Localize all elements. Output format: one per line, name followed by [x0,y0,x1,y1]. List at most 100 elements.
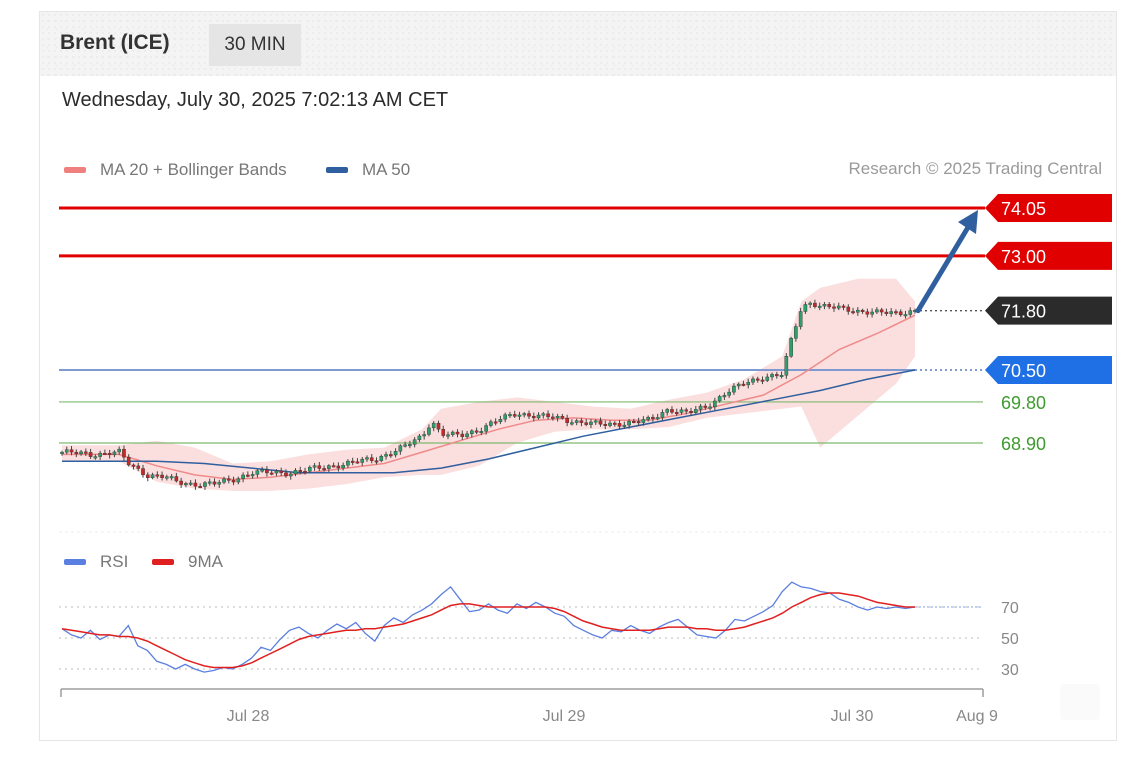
candle-body [517,414,522,417]
candle-body [331,465,336,468]
candle-body [269,472,274,475]
candle-body [508,414,512,417]
candle-body [856,309,860,313]
candle-body [412,439,417,445]
candle-body [875,309,879,313]
candle-body [479,431,484,434]
candle-body [865,311,870,315]
candle-body [155,474,160,477]
candle-body [746,382,751,386]
candle-body [579,420,584,423]
candle-body [336,465,341,469]
candle-body [69,449,74,453]
candle-body [898,311,903,316]
candle-body [732,385,736,393]
candle-body [736,383,741,387]
candle-body [393,451,398,456]
candle-body [279,470,284,474]
candle-body [246,474,250,477]
x-tick-label: Jul 28 [227,708,270,725]
candle-body [64,449,69,453]
candle-body [798,311,803,327]
candle-body [450,431,455,435]
rsi-tick-label: 70 [1001,600,1019,617]
candle-body [894,311,898,314]
candle-body [431,422,436,429]
candle-body [174,476,179,482]
candle-body [741,383,746,386]
candle-body [612,422,617,425]
level-label-69-80: 69.80 [1001,393,1046,413]
candle-body [455,431,460,435]
candle-body [722,395,727,398]
candle-body [74,451,79,455]
candle-body [512,414,517,417]
candle-body [493,421,498,424]
candle-body [803,304,808,312]
candle-body [322,468,326,471]
candle-body [398,445,403,452]
candle-body [203,482,207,487]
candle-body [760,379,765,382]
candle-body [531,416,536,419]
level-label-71-80: 71.80 [1001,302,1046,322]
candle-body [346,460,350,466]
candle-body [260,469,264,472]
candle-body [684,409,689,412]
candle-body [593,420,598,423]
candle-body [436,422,441,430]
candle-body [236,478,241,483]
candle-body [655,417,660,420]
candle-body [427,427,431,435]
candle-body [689,411,693,413]
candle-body [636,421,641,424]
candle-body [60,451,64,454]
candle-body [470,430,474,435]
candle-body [860,309,865,312]
candle-body [188,482,193,485]
candle-body [384,454,388,457]
candle-body [574,420,579,423]
candle-body [226,478,231,481]
candle-body [698,405,703,410]
candle-body [703,405,708,408]
candle-body [884,311,889,314]
candle-body [817,305,822,308]
candle-body [126,456,131,466]
candle-body [641,419,646,423]
candle-body [651,416,655,419]
candle-body [717,396,722,402]
candle-body [794,326,798,339]
candle-body [231,479,236,483]
candle-body [646,416,650,420]
candle-body [503,414,507,420]
forecast-arrow-shaft [915,221,973,314]
candle-body [298,470,303,473]
candle-body [841,305,846,308]
candle-body [107,453,112,456]
candle-body [813,302,817,307]
candle-body [193,482,198,487]
candle-body [112,451,117,456]
candle-body [670,409,674,413]
candle-body [560,415,565,419]
candle-body [474,430,479,433]
candle-body [350,460,355,463]
candle-body [184,483,188,486]
candle-body [293,470,298,475]
candle-body [546,413,550,418]
candle-body [770,374,774,378]
candle-body [465,433,469,437]
candle-body [555,415,560,419]
candle-body [389,454,393,457]
candle-body [822,304,827,307]
candle-body [255,470,260,475]
candle-body [851,311,855,314]
candle-body [784,356,789,376]
candle-body [598,420,603,425]
candle-body [274,470,279,474]
candle-body [141,468,145,476]
candle-body [341,465,345,469]
candle-body [608,422,612,426]
candle-body [903,314,908,317]
